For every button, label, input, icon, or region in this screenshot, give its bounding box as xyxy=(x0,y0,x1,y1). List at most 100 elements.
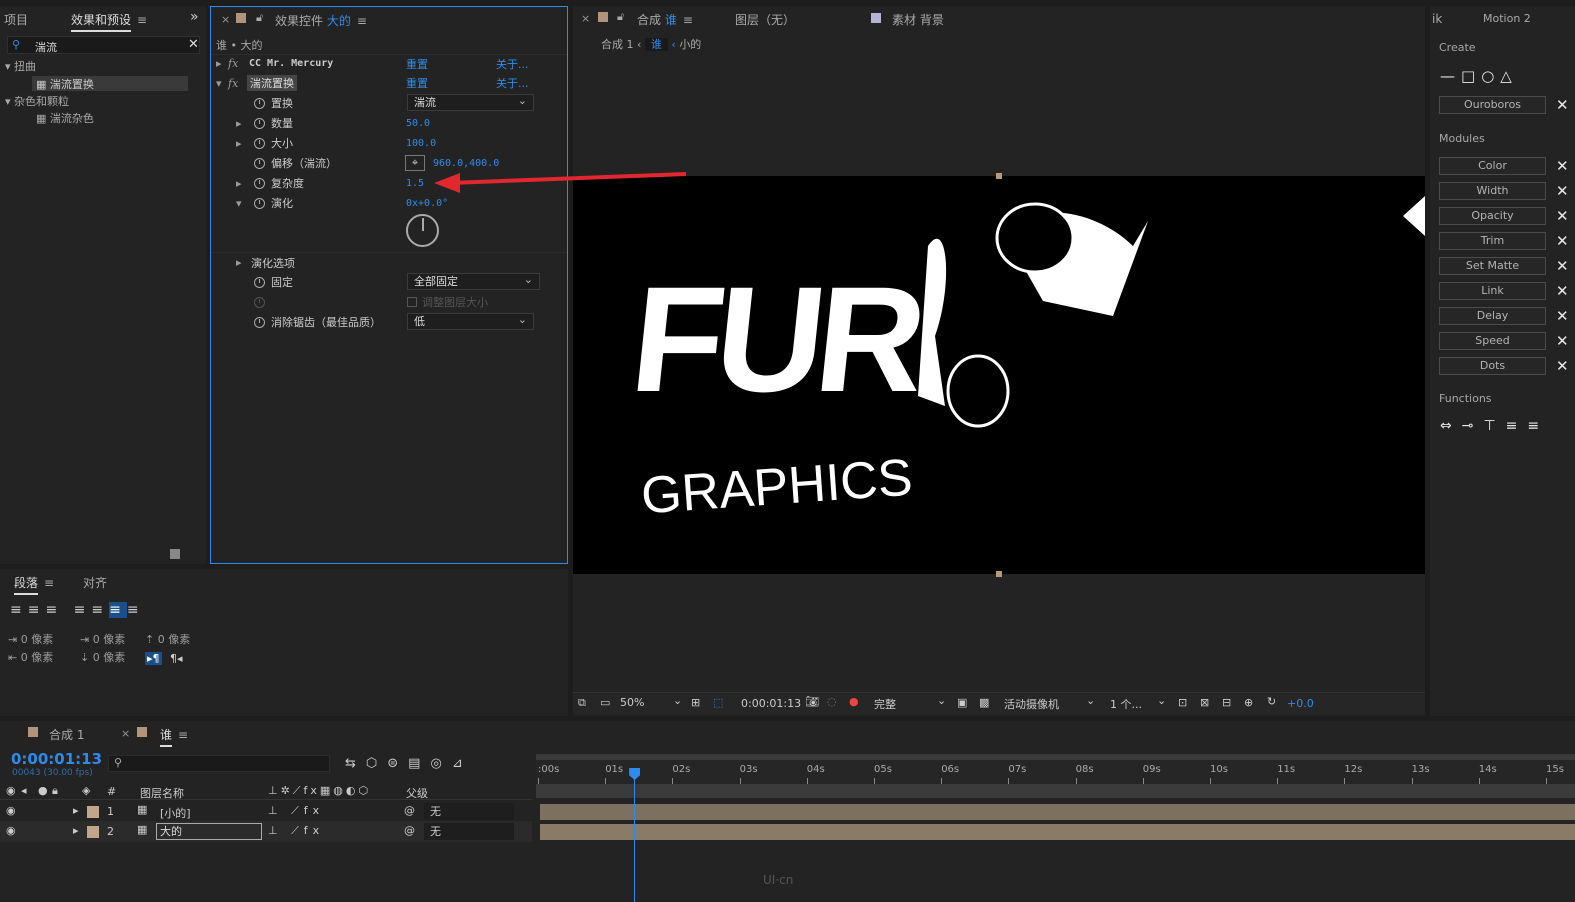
size-value[interactable]: 100.0 xyxy=(406,138,436,149)
label-color-swatch[interactable] xyxy=(87,806,99,818)
effect-item-turbulent-noise[interactable]: ▦ 湍流杂色 xyxy=(36,110,94,126)
panel-menu-icon[interactable]: ≡ xyxy=(683,13,693,27)
exposure-value[interactable]: +0.0 xyxy=(1287,697,1314,710)
current-timecode[interactable]: 0:00:01:13 xyxy=(11,750,102,768)
fx-icon[interactable]: fx xyxy=(228,57,238,70)
close-tab-icon[interactable]: × xyxy=(581,12,590,25)
ltr-direction-icon[interactable]: ▸¶ xyxy=(145,652,162,665)
roi-icon[interactable]: ▣ xyxy=(957,696,967,709)
lock-column-icon[interactable]: 🔒︎ xyxy=(52,784,58,798)
clear-search-icon[interactable]: ✕ xyxy=(188,37,199,52)
parent-dropdown[interactable]: 无 xyxy=(424,823,514,840)
tab-align[interactable]: 对齐 xyxy=(83,574,107,591)
align-rows-icon[interactable]: ≡ xyxy=(1506,418,1528,434)
effect-item-turbulent-displace[interactable]: ▦ 湍流置换 xyxy=(32,76,188,91)
expand-arrow-icon[interactable]: ▸ xyxy=(73,804,79,817)
new-folder-icon[interactable] xyxy=(170,549,180,559)
show-snapshot-icon[interactable]: ◌ xyxy=(827,695,837,708)
close-icon[interactable]: ✕ xyxy=(1556,282,1569,300)
layer-handle[interactable] xyxy=(996,173,1002,179)
tab-project[interactable]: 项目 xyxy=(4,11,28,28)
pickwhip-icon[interactable]: @ xyxy=(404,824,415,837)
module-width-button[interactable]: Width xyxy=(1439,182,1546,200)
stopwatch-icon[interactable] xyxy=(254,197,265,209)
module-opacity-button[interactable]: Opacity xyxy=(1439,207,1546,225)
playhead[interactable] xyxy=(629,768,641,902)
composition-viewer[interactable]: FUR GRAPHICS xyxy=(573,176,1425,574)
close-icon[interactable]: ✕ xyxy=(1556,357,1569,375)
align-left-icon[interactable]: ≡ xyxy=(10,602,28,618)
effect-group-noise-grain[interactable]: ▾ 杂色和颗粒 xyxy=(5,93,69,109)
mask-icon[interactable]: ⬚ xyxy=(713,696,723,709)
expand-panels-icon[interactable]: » xyxy=(190,9,199,25)
search-input[interactable]: 湍流 xyxy=(35,39,57,55)
camera-chevron-icon[interactable]: ⌄ xyxy=(1086,694,1095,707)
crumb-small[interactable]: 小的 xyxy=(679,38,701,51)
tab-ik[interactable]: ik xyxy=(1432,12,1442,26)
pin-icon[interactable]: ⊤ xyxy=(1483,418,1505,434)
close-icon[interactable]: ✕ xyxy=(1556,257,1569,275)
close-tab-icon[interactable]: × xyxy=(121,727,130,740)
close-icon[interactable]: ✕ xyxy=(1556,96,1569,114)
close-icon[interactable]: ✕ xyxy=(1556,332,1569,350)
resize-checkbox[interactable] xyxy=(407,297,417,307)
zoom-chevron-icon[interactable]: ⌄ xyxy=(673,694,682,707)
indent-right[interactable]: ⇤ 0 像素 xyxy=(8,649,53,665)
visibility-eye-icon[interactable]: ◉ xyxy=(6,804,16,817)
expand-arrow-icon[interactable]: ▸ xyxy=(216,57,222,70)
effects-search-field[interactable]: ⚲ 湍流 ✕ xyxy=(7,36,200,54)
tab-effects-presets[interactable]: 效果和预设 ≡ xyxy=(71,11,147,32)
timeline-icon[interactable]: ⊟ xyxy=(1222,696,1231,709)
reset-exposure-icon[interactable]: ↻ xyxy=(1267,695,1276,708)
justify-last-center-icon[interactable]: ≡ xyxy=(91,602,109,618)
about-link[interactable]: 关于... xyxy=(496,56,529,72)
graph-editor-icon[interactable]: ⊿ xyxy=(452,756,473,771)
module-set-matte-button[interactable]: Set Matte xyxy=(1439,257,1546,275)
collapse-arrow-icon[interactable]: ▾ xyxy=(236,197,242,210)
resolution-dropdown[interactable]: 完整 xyxy=(874,696,896,712)
align-center-icon[interactable]: ≡ xyxy=(28,602,46,618)
views-chevron-icon[interactable]: ⌄ xyxy=(1157,694,1166,707)
flowchart-icon[interactable]: ⊕ xyxy=(1244,696,1253,709)
tab-layer[interactable]: 图层（无） xyxy=(735,11,795,28)
tab-footage[interactable]: 素材 背景 xyxy=(892,11,944,28)
work-area-bar[interactable] xyxy=(536,784,1575,798)
expand-arrow-icon[interactable]: ▸ xyxy=(236,177,242,190)
stopwatch-icon[interactable] xyxy=(254,97,265,109)
stopwatch-icon[interactable] xyxy=(254,316,265,328)
effect-row-turbulent-displace[interactable]: ▾ fx 湍流置换 重置 关于... xyxy=(211,74,567,92)
module-delay-button[interactable]: Delay xyxy=(1439,307,1546,325)
ouroboros-button[interactable]: Ouroboros xyxy=(1439,96,1546,114)
indent-left[interactable]: ⇥ 0 像素 xyxy=(8,631,53,647)
layer-duration-bar[interactable] xyxy=(540,804,1575,820)
camera-dropdown[interactable]: 活动摄像机 xyxy=(1004,696,1059,712)
pinning-dropdown[interactable]: 全部固定 xyxy=(407,272,540,290)
tab-effect-controls[interactable]: 效果控件 大的 ≡ xyxy=(275,12,367,29)
stopwatch-icon[interactable] xyxy=(254,276,265,288)
tab-comp1[interactable]: 合成 1 xyxy=(49,726,84,743)
draft-3d-icon[interactable]: ⬡ xyxy=(366,756,387,771)
monitor-icon[interactable]: ▭ xyxy=(600,696,610,709)
close-icon[interactable]: ✕ xyxy=(1556,232,1569,250)
channel-icon[interactable]: ● xyxy=(849,695,859,708)
triangle-icon[interactable]: △ xyxy=(1500,67,1518,85)
col-layer-name[interactable]: 图层名称 xyxy=(140,785,184,801)
snapshot-icon[interactable]: 📷︎ xyxy=(805,695,819,708)
panel-menu-icon[interactable]: ≡ xyxy=(44,576,54,590)
justify-last-right-icon[interactable]: ≡ xyxy=(109,602,127,618)
expand-arrow-icon[interactable]: ▸ xyxy=(236,137,242,150)
evolution-dial[interactable] xyxy=(406,214,439,247)
pickwhip-icon[interactable]: @ xyxy=(404,804,415,817)
module-dots-button[interactable]: Dots xyxy=(1439,357,1546,375)
audio-icon[interactable]: ◂ xyxy=(21,784,27,797)
safe-zones-icon[interactable]: ⊞ xyxy=(691,696,700,709)
layer-name[interactable]: [小的] xyxy=(160,805,191,821)
motion-blur-icon[interactable]: ◎ xyxy=(430,756,451,771)
eye-icon[interactable]: ◉ xyxy=(6,784,16,797)
tab-composition[interactable]: 合成 谁 ≡ xyxy=(637,11,693,28)
justify-last-left-icon[interactable]: ≡ xyxy=(74,602,92,618)
timecode[interactable]: 0:00:01:13 xyxy=(741,697,801,710)
views-dropdown[interactable]: 1 个... xyxy=(1110,696,1142,712)
fast-preview-icon[interactable]: ⊠ xyxy=(1200,696,1209,709)
close-icon[interactable]: ✕ xyxy=(1556,307,1569,325)
